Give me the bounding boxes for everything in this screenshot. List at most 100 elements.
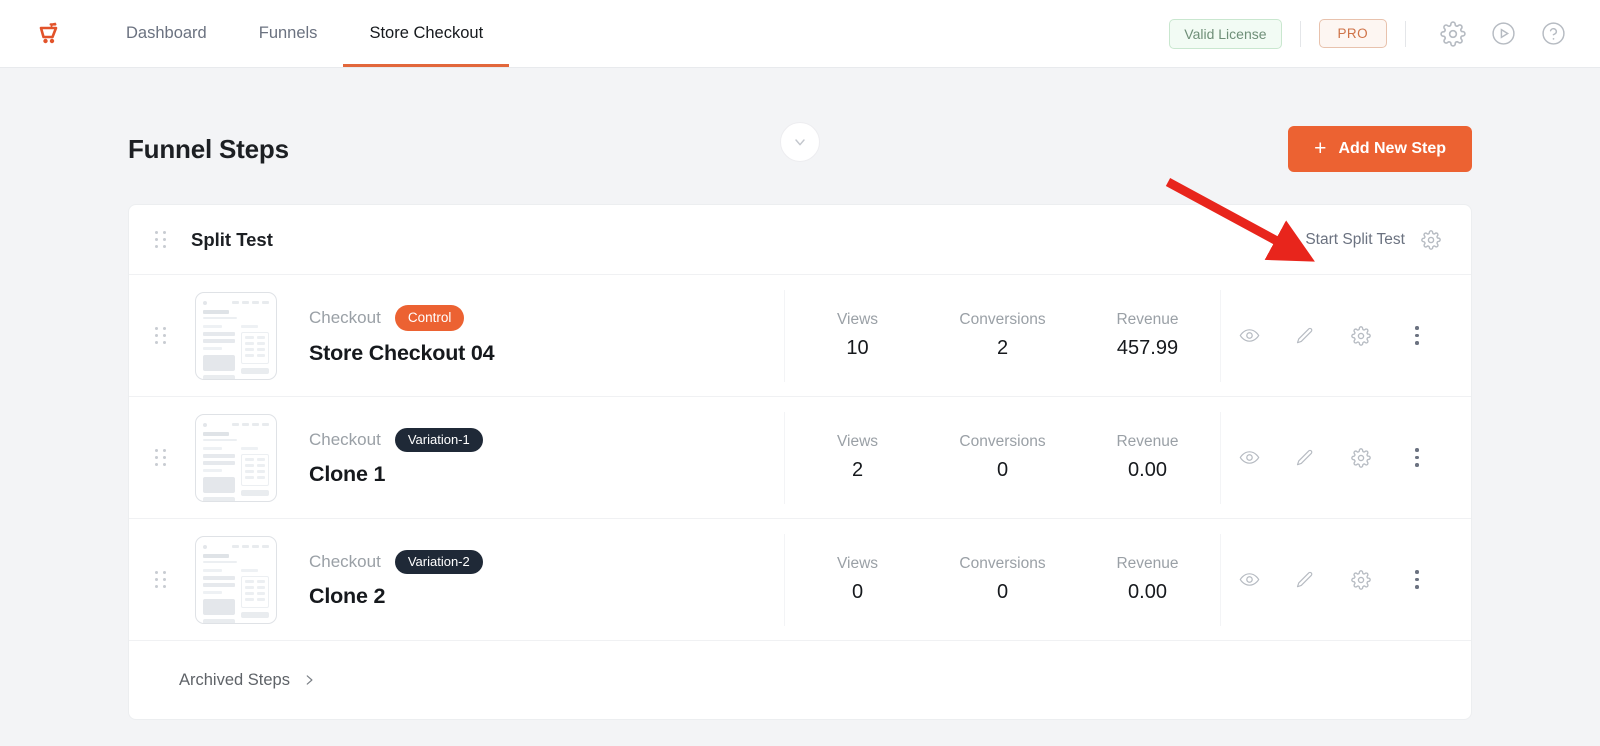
stat-value: 0.00 — [1128, 581, 1167, 603]
step-badge-variation: Variation-2 — [394, 549, 483, 575]
stat-label: Views — [836, 555, 879, 572]
stat-views: Views 2 — [785, 433, 930, 482]
edit-step-button[interactable] — [1277, 570, 1333, 590]
stat-views: Views 10 — [785, 311, 930, 360]
step-type-label: Checkout — [309, 552, 381, 571]
preview-step-button[interactable] — [1221, 325, 1277, 346]
gear-icon — [1440, 20, 1466, 47]
page-title: Funnel Steps — [128, 133, 289, 164]
drag-handle-icon[interactable] — [155, 448, 169, 467]
edit-step-button[interactable] — [1277, 448, 1333, 468]
add-new-step-label: Add New Step — [1338, 140, 1446, 157]
step-meta: Checkout Control — [309, 305, 494, 331]
stat-label: Revenue — [1116, 433, 1179, 450]
archived-steps-link[interactable]: Archived Steps — [179, 671, 316, 690]
tutorial-video-button[interactable] — [1482, 13, 1524, 55]
edit-pencil-icon — [1296, 327, 1313, 343]
more-options-icon — [1415, 448, 1419, 467]
preview-eye-icon — [1239, 573, 1259, 586]
preview-step-button[interactable] — [1221, 569, 1277, 590]
step-settings-button[interactable] — [1333, 447, 1389, 468]
stat-label: Revenue — [1116, 555, 1179, 572]
more-options-button[interactable] — [1389, 448, 1445, 467]
step-stats: Views 0 Conversions 0 Revenue 0.00 — [785, 555, 1220, 604]
edit-pencil-icon — [1296, 571, 1313, 587]
drag-handle-icon[interactable] — [155, 570, 169, 589]
stat-revenue: Revenue 0.00 — [1075, 433, 1220, 482]
stat-value: 0 — [996, 581, 1009, 603]
more-options-button[interactable] — [1389, 326, 1445, 345]
drag-handle-icon[interactable] — [155, 230, 169, 249]
primary-nav: Dashboard Funnels Store Checkout — [100, 0, 509, 67]
step-settings-button[interactable] — [1333, 569, 1389, 590]
step-thumbnail — [195, 291, 277, 380]
step-row[interactable]: Checkout Control Store Checkout 04 Views… — [129, 275, 1471, 397]
pro-plan-badge[interactable]: PRO — [1318, 19, 1387, 48]
help-circle-icon — [1541, 22, 1565, 45]
split-test-card-header: Split Test Start Split Test — [129, 205, 1471, 275]
stat-value: 0 — [996, 459, 1009, 481]
more-options-button[interactable] — [1389, 570, 1445, 589]
step-name: Clone 1 — [309, 462, 386, 487]
app-logo[interactable] — [26, 19, 72, 49]
chevron-right-icon — [306, 675, 313, 685]
more-options-icon — [1415, 326, 1419, 345]
step-row-actions — [1221, 569, 1445, 590]
stat-label: Conversions — [959, 555, 1046, 572]
divider — [1405, 20, 1406, 47]
edit-step-button[interactable] — [1277, 326, 1333, 346]
stat-label: Views — [836, 433, 879, 450]
divider — [1299, 20, 1301, 47]
license-status-badge[interactable]: Valid License — [1169, 18, 1282, 49]
step-stats: Views 2 Conversions 0 Revenue 0.00 — [785, 433, 1220, 482]
stat-value: 2 — [996, 337, 1009, 359]
help-button[interactable] — [1532, 13, 1574, 55]
step-row-actions — [1221, 325, 1445, 346]
preview-eye-icon — [1239, 329, 1259, 342]
nav-item-label: Store Checkout — [369, 24, 484, 42]
step-row[interactable]: Checkout Variation-2 Clone 2 Views 0 Con… — [129, 519, 1471, 641]
step-meta: Checkout Variation-2 — [309, 549, 483, 575]
start-split-test-button[interactable]: Start Split Test — [1305, 231, 1405, 249]
more-options-icon — [1415, 570, 1419, 589]
edit-pencil-icon — [1296, 449, 1313, 465]
stat-conversions: Conversions 2 — [930, 311, 1075, 360]
archived-steps-section: Archived Steps — [129, 641, 1471, 719]
step-name: Clone 2 — [309, 584, 386, 609]
split-test-card: Split Test Start Split Test Checkout Con… — [128, 204, 1472, 720]
step-meta: Checkout Variation-1 — [309, 427, 483, 453]
step-row-actions — [1221, 447, 1445, 468]
step-badge-variation: Variation-1 — [394, 427, 483, 453]
stat-revenue: Revenue 457.99 — [1075, 311, 1220, 360]
stat-views: Views 0 — [785, 555, 930, 604]
gear-icon — [1351, 325, 1371, 346]
split-test-title: Split Test — [191, 228, 273, 250]
archived-steps-label: Archived Steps — [179, 670, 290, 689]
nav-item-store-checkout[interactable]: Store Checkout — [343, 0, 509, 67]
collapse-header-button[interactable] — [780, 122, 820, 162]
step-row[interactable]: Checkout Variation-1 Clone 1 Views 2 Con… — [129, 397, 1471, 519]
add-new-step-button[interactable]: + Add New Step — [1288, 126, 1472, 172]
split-test-settings-button[interactable] — [1421, 229, 1441, 250]
step-thumbnail — [195, 413, 277, 502]
step-info: Checkout Variation-1 Clone 1 — [309, 427, 483, 488]
top-navigation-bar: Dashboard Funnels Store Checkout Valid L… — [0, 0, 1600, 68]
stat-label: Revenue — [1116, 311, 1179, 328]
stat-value: 0 — [851, 581, 864, 603]
preview-step-button[interactable] — [1221, 447, 1277, 468]
nav-item-dashboard[interactable]: Dashboard — [100, 0, 233, 67]
stat-value: 457.99 — [1116, 337, 1179, 359]
nav-item-funnels[interactable]: Funnels — [233, 0, 344, 67]
stat-value: 10 — [846, 337, 869, 359]
step-thumbnail — [195, 535, 277, 624]
gear-icon — [1351, 569, 1371, 590]
settings-button[interactable] — [1432, 13, 1474, 55]
nav-right-controls: Valid License PRO — [1169, 13, 1574, 55]
nav-item-label: Funnels — [258, 24, 318, 42]
drag-handle-icon[interactable] — [155, 326, 169, 345]
step-settings-button[interactable] — [1333, 325, 1389, 346]
step-badge-control: Control — [394, 305, 465, 331]
step-info: Checkout Control Store Checkout 04 — [309, 305, 495, 366]
play-circle-icon — [1491, 22, 1515, 45]
stat-conversions: Conversions 0 — [930, 555, 1075, 604]
